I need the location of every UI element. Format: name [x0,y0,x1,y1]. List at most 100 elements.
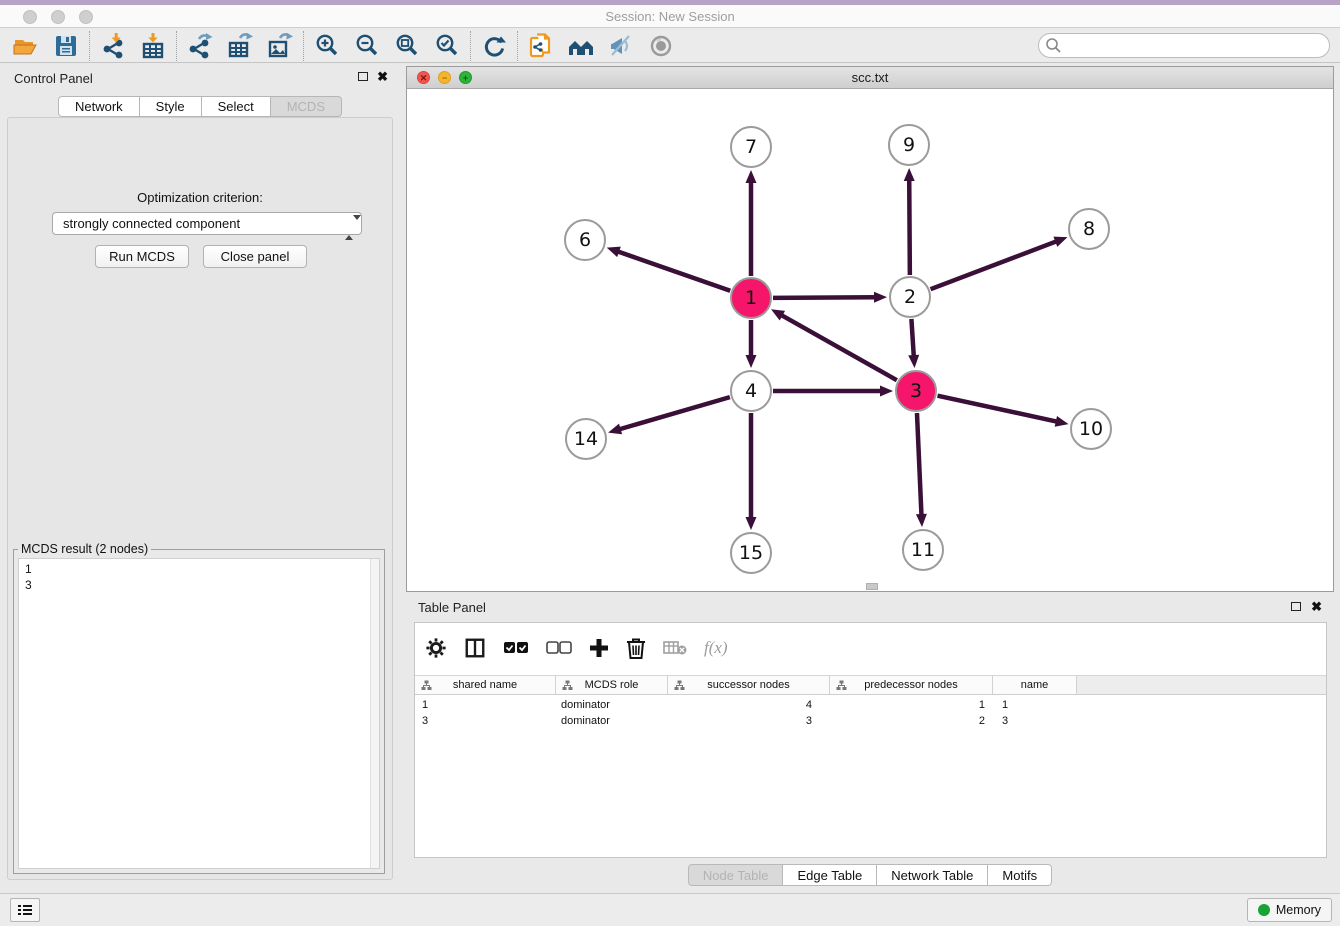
graph-edge[interactable] [773,297,876,298]
graph-edge[interactable] [911,319,913,357]
graph-edge[interactable] [931,241,1058,289]
graph-edge[interactable] [937,396,1057,422]
graph-node-4[interactable]: 4 [730,370,772,412]
cell-predecessor-nodes[interactable]: 2 [830,713,993,729]
tab-motifs[interactable]: Motifs [988,864,1052,886]
table-panel: Table Panel ✖ [406,595,1334,890]
close-panel-icon[interactable]: ✖ [377,69,388,85]
network-canvas[interactable]: 7 9 6 8 1 2 4 3 14 10 15 11 [407,89,1333,591]
delete-table-icon[interactable] [663,640,687,656]
cell-shared-name[interactable]: 3 [415,713,556,729]
import-network-icon[interactable] [93,30,133,62]
graph-node-14[interactable]: 14 [565,418,607,460]
export-table-icon[interactable] [220,30,260,62]
graph-node-3[interactable]: 3 [895,370,937,412]
toolbar-separator [89,31,90,61]
columns-icon[interactable] [464,637,486,659]
control-panel-tabs: Network Style Select MCDS [0,96,400,117]
tab-style[interactable]: Style [140,96,202,117]
memory-status-dot [1258,904,1270,916]
tab-node-table[interactable]: Node Table [688,864,784,886]
graph-node-11[interactable]: 11 [902,529,944,571]
cell-name[interactable]: 1 [993,697,1077,713]
zoom-in-icon[interactable] [307,30,347,62]
column-header-mcds-role[interactable]: MCDS role [556,676,668,694]
list-icon [18,903,32,917]
arrowhead-icon [880,386,893,397]
search-input[interactable] [1038,33,1330,58]
graph-node-2[interactable]: 2 [889,276,931,318]
copy-network-icon[interactable] [521,30,561,62]
column-header-predecessor-nodes[interactable]: predecessor nodes [830,676,993,694]
column-header-successor-nodes[interactable]: successor nodes [668,676,830,694]
function-builder-icon[interactable]: f(x) [704,638,728,658]
float-panel-icon[interactable] [358,72,368,81]
graph-node-6[interactable]: 6 [564,219,606,261]
zoom-out-icon[interactable] [347,30,387,62]
result-scrollbar[interactable] [370,559,379,868]
cell-name[interactable]: 3 [993,713,1077,729]
eye-icon[interactable] [641,30,681,62]
deselect-all-icon[interactable] [546,641,572,655]
graph-node-1[interactable]: 1 [730,277,772,319]
close-panel-button[interactable]: Close panel [203,245,307,268]
column-header-name[interactable]: name [993,676,1077,694]
zoom-selected-icon[interactable] [427,30,467,62]
zoom-fit-icon[interactable] [387,30,427,62]
graph-node-7[interactable]: 7 [730,126,772,168]
main-toolbar [0,29,1340,63]
column-label: successor nodes [707,679,790,691]
import-table-icon[interactable] [133,30,173,62]
table-row[interactable]: 3 dominator 3 2 3 [415,713,1326,729]
network-window-titlebar[interactable]: ✕ − + scc.txt [407,67,1333,89]
tab-select[interactable]: Select [202,96,271,117]
export-network-icon[interactable] [180,30,220,62]
tree-icon [674,680,685,691]
trash-icon[interactable] [626,637,646,659]
task-history-button[interactable] [10,898,40,922]
tab-edge-table[interactable]: Edge Table [783,864,877,886]
save-icon[interactable] [46,30,86,62]
graph-edge[interactable] [781,315,897,381]
cell-successor-nodes[interactable]: 3 [668,713,830,729]
tab-mcds[interactable]: MCDS [271,96,342,117]
graph-edge[interactable] [909,179,910,275]
table-header-row: shared name MCDS role successor nodes pr… [415,675,1326,695]
graph-edge[interactable] [617,251,730,291]
graph-node-10[interactable]: 10 [1070,408,1112,450]
export-image-icon[interactable] [260,30,300,62]
cell-successor-nodes[interactable]: 4 [668,697,830,713]
app-titlebar: Session: New Session [0,5,1340,28]
memory-button[interactable]: Memory [1247,898,1332,922]
cell-mcds-role[interactable]: dominator [556,697,668,713]
open-folder-icon[interactable] [6,30,46,62]
select-all-icon[interactable] [503,641,529,655]
arrowhead-icon [746,355,757,368]
plus-icon[interactable] [589,638,609,658]
arrowhead-icon [746,170,757,183]
column-header-shared-name[interactable]: shared name [415,676,556,694]
graph-edge[interactable] [917,413,922,516]
float-table-panel-icon[interactable] [1291,602,1301,611]
graph-edge[interactable] [619,397,730,429]
network-resize-grip[interactable] [866,583,878,590]
gear-icon[interactable] [425,637,447,659]
run-mcds-button[interactable]: Run MCDS [95,245,189,268]
tab-network-table[interactable]: Network Table [877,864,988,886]
refresh-icon[interactable] [474,30,514,62]
graph-node-15[interactable]: 15 [730,532,772,574]
table-row[interactable]: 1 dominator 4 1 1 [415,697,1326,713]
close-table-panel-icon[interactable]: ✖ [1311,599,1322,615]
optimization-criterion-select[interactable]: strongly connected component [52,212,362,235]
tree-icon [562,680,573,691]
mcds-result-textarea[interactable]: 1 3 [18,558,380,869]
graph-node-9[interactable]: 9 [888,124,930,166]
mcds-panel-body: Optimization criterion: strongly connect… [7,117,393,880]
cell-shared-name[interactable]: 1 [415,697,556,713]
houses-icon[interactable] [561,30,601,62]
cell-mcds-role[interactable]: dominator [556,713,668,729]
cell-predecessor-nodes[interactable]: 1 [830,697,993,713]
megaphone-icon[interactable] [601,30,641,62]
tab-network[interactable]: Network [58,96,140,117]
graph-node-8[interactable]: 8 [1068,208,1110,250]
